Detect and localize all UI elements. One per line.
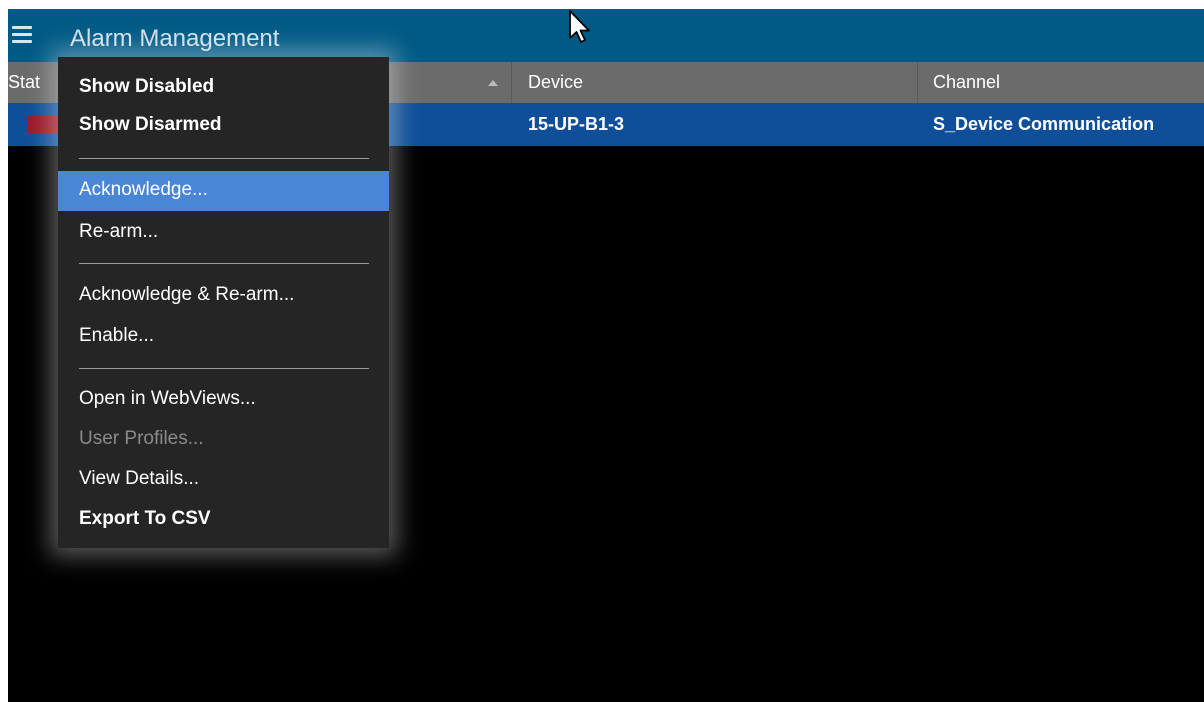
menu-item-re-arm[interactable]: Re-arm... xyxy=(58,213,389,251)
menu-separator xyxy=(79,158,369,159)
menu-item-user-profiles: User Profiles... xyxy=(79,428,204,449)
alarm-management-window: Alarm Management Stat Device Channel 15-… xyxy=(8,9,1204,702)
hamburger-icon[interactable] xyxy=(12,26,32,43)
menu-item-enable[interactable]: Enable... xyxy=(58,317,389,355)
menu-separator xyxy=(79,263,369,264)
sort-ascending-icon xyxy=(488,80,498,86)
menu-item-view-details[interactable]: View Details... xyxy=(58,460,389,498)
context-menu: Show Disabled Show Disarmed Acknowledge.… xyxy=(58,57,389,548)
menu-separator xyxy=(79,368,369,369)
column-header-channel[interactable]: Channel xyxy=(933,72,1000,93)
device-cell: 15-UP-B1-3 xyxy=(528,114,625,134)
column-divider[interactable] xyxy=(917,62,918,103)
menu-item-show-disarmed[interactable]: Show Disarmed xyxy=(58,106,389,144)
mouse-cursor-icon xyxy=(569,10,590,43)
column-divider[interactable] xyxy=(511,62,512,103)
app-title: Alarm Management xyxy=(70,25,280,52)
menu-item-export-to-csv[interactable]: Export To CSV xyxy=(58,500,389,538)
menu-item-show-disabled[interactable]: Show Disabled xyxy=(58,68,389,106)
column-header-status[interactable]: Stat xyxy=(8,72,40,93)
channel-cell: S_Device Communication xyxy=(933,114,1155,134)
title-bar: Alarm Management xyxy=(8,9,1204,62)
menu-item-open-in-webviews[interactable]: Open in WebViews... xyxy=(58,380,389,418)
column-header-device[interactable]: Device xyxy=(528,72,583,93)
menu-item-acknowledge[interactable]: Acknowledge... xyxy=(58,171,389,211)
menu-item-acknowledge-re-arm[interactable]: Acknowledge & Re-arm... xyxy=(58,276,389,314)
